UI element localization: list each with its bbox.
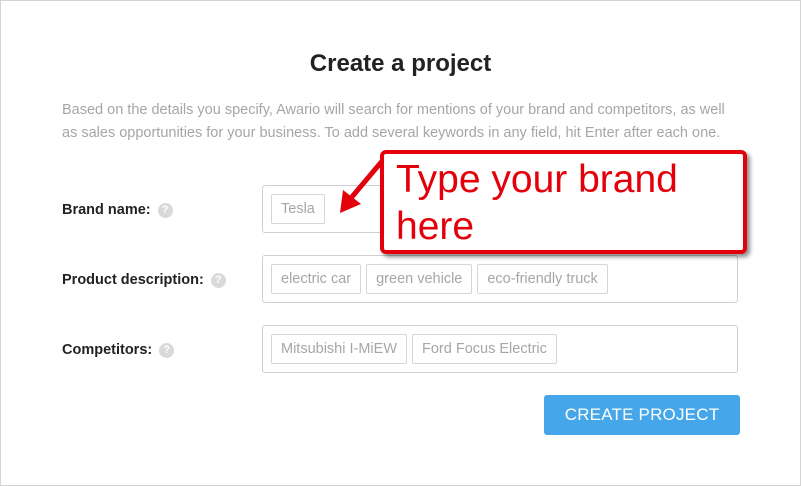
product-tag[interactable]: electric car xyxy=(271,264,362,294)
competitor-tag[interactable]: Ford Focus Electric xyxy=(412,334,557,364)
competitors-label-group: Competitors: ? xyxy=(62,340,175,360)
help-icon[interactable]: ? xyxy=(159,342,175,358)
create-project-button[interactable]: CREATE PROJECT xyxy=(544,395,740,435)
intro-text: Based on the details you specify, Awario… xyxy=(62,102,725,141)
brand-name-label-group: Brand name: ? xyxy=(62,200,173,220)
competitor-tag[interactable]: Mitsubishi I-MiEW xyxy=(271,334,408,364)
annotation-callout: Type your brand here xyxy=(380,150,747,254)
product-description-field[interactable]: electric car green vehicle eco-friendly … xyxy=(262,255,738,303)
competitors-field[interactable]: Mitsubishi I-MiEW Ford Focus Electric xyxy=(262,325,738,373)
page-title: Create a project xyxy=(309,50,492,77)
product-description-label-group: Product description: ? xyxy=(62,270,226,290)
product-tag[interactable]: eco-friendly truck xyxy=(477,264,608,294)
annotation-text-line1: Type your brand xyxy=(396,158,678,201)
help-icon[interactable]: ? xyxy=(210,272,226,288)
product-description-label: Product description: xyxy=(62,272,204,288)
annotation-text-line2: here xyxy=(396,205,475,248)
brand-tag[interactable]: Tesla xyxy=(271,194,325,224)
help-icon[interactable]: ? xyxy=(157,202,173,218)
brand-name-label: Brand name: xyxy=(62,202,151,218)
competitors-label: Competitors: xyxy=(62,342,153,358)
product-tag[interactable]: green vehicle xyxy=(366,264,473,294)
